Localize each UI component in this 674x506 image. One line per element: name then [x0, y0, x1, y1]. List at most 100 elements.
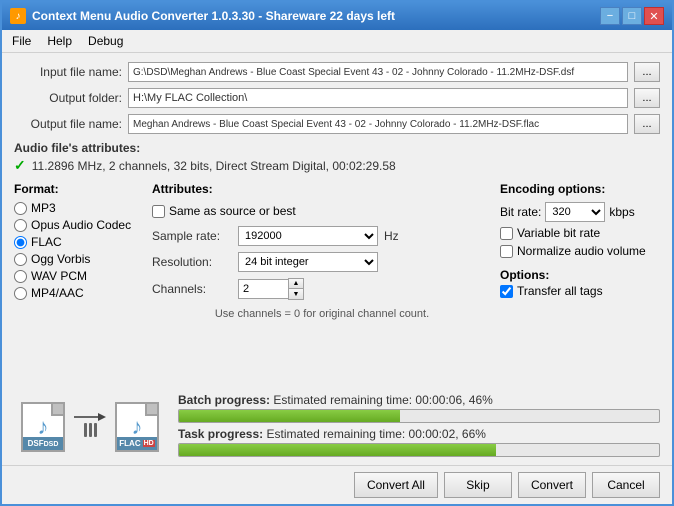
format-flac-radio[interactable]	[14, 236, 27, 249]
source-label1: DSF	[28, 439, 44, 448]
output-folder-input[interactable]: H:\My FLAC Collection\	[128, 88, 628, 108]
window-title: Context Menu Audio Converter 1.0.3.30 - …	[32, 9, 395, 23]
output-folder-row: Output folder: H:\My FLAC Collection\ ..…	[14, 87, 660, 109]
encoding-panel: Encoding options: Bit rate: 320 256 192 …	[500, 182, 660, 385]
progress-section: Batch progress: Estimated remaining time…	[178, 393, 660, 457]
output-folder-label: Output folder:	[14, 91, 122, 105]
format-ogg-radio[interactable]	[14, 253, 27, 266]
format-mp3[interactable]: MP3	[14, 201, 144, 215]
conversion-visual: ♪ DSFDSD	[14, 393, 166, 456]
attributes-panel: Attributes: Same as source or best Sampl…	[152, 182, 492, 385]
task-progress-detail: Estimated remaining time: 00:00:02, 66%	[267, 427, 486, 441]
format-aac[interactable]: MP4/AAC	[14, 286, 144, 300]
task-progress-title: Task progress:	[178, 427, 263, 441]
format-wav-radio[interactable]	[14, 270, 27, 283]
batch-progress-bar-container	[178, 409, 660, 423]
format-opus-radio[interactable]	[14, 219, 27, 232]
format-opus[interactable]: Opus Audio Codec	[14, 218, 144, 232]
main-window: ♪ Context Menu Audio Converter 1.0.3.30 …	[0, 0, 674, 506]
transfer-tags-row[interactable]: Transfer all tags	[500, 284, 660, 298]
format-wav-label: WAV PCM	[31, 269, 87, 283]
batch-progress-row: Batch progress: Estimated remaining time…	[178, 393, 660, 423]
checkmark-icon: ✓	[14, 157, 26, 174]
input-file-label: Input file name:	[14, 65, 122, 79]
format-wav[interactable]: WAV PCM	[14, 269, 144, 283]
variable-bitrate-label: Variable bit rate	[517, 226, 600, 240]
target-file-icon: ♪ FLAC HD	[112, 397, 162, 452]
source-file-shape: ♪ DSFDSD	[21, 402, 65, 452]
bitrate-unit: kbps	[609, 205, 634, 219]
title-controls: − □ ✕	[600, 7, 664, 25]
menu-help[interactable]: Help	[41, 32, 78, 50]
format-aac-radio[interactable]	[14, 287, 27, 300]
audio-attrs-value: ✓ 11.2896 MHz, 2 channels, 32 bits, Dire…	[14, 157, 660, 174]
target-label1: FLAC	[119, 439, 140, 448]
menu-debug[interactable]: Debug	[82, 32, 129, 50]
options-title: Options:	[500, 268, 660, 282]
variable-bitrate-checkbox[interactable]	[500, 227, 513, 240]
title-bar-left: ♪ Context Menu Audio Converter 1.0.3.30 …	[10, 8, 395, 24]
bitrate-select[interactable]: 320 256 192 128	[545, 202, 605, 222]
format-mp3-radio[interactable]	[14, 202, 27, 215]
task-progress-label: Task progress: Estimated remaining time:…	[178, 427, 660, 441]
cancel-button[interactable]: Cancel	[592, 472, 660, 498]
audio-attrs-section: Audio file's attributes: ✓ 11.2896 MHz, …	[14, 141, 660, 174]
format-mp3-label: MP3	[31, 201, 56, 215]
batch-progress-label: Batch progress: Estimated remaining time…	[178, 393, 660, 407]
format-title: Format:	[14, 182, 144, 196]
bitrate-row: Bit rate: 320 256 192 128 kbps	[500, 202, 660, 222]
input-file-input[interactable]: G:\DSD\Meghan Andrews - Blue Coast Speci…	[128, 62, 628, 82]
channels-increment[interactable]: ▲	[289, 279, 303, 289]
encoding-title: Encoding options:	[500, 182, 660, 196]
sample-rate-unit: Hz	[384, 229, 399, 243]
channels-spinbox: ▲ ▼	[238, 278, 304, 300]
format-aac-label: MP4/AAC	[31, 286, 84, 300]
format-flac[interactable]: FLAC	[14, 235, 144, 249]
input-browse-button[interactable]: ...	[634, 62, 660, 82]
same-as-source-row: Same as source or best	[152, 204, 492, 218]
channels-decrement[interactable]: ▼	[289, 289, 303, 299]
batch-progress-bar	[179, 410, 400, 422]
format-opus-label: Opus Audio Codec	[31, 218, 131, 232]
transfer-tags-label: Transfer all tags	[517, 284, 603, 298]
resolution-select[interactable]: 24 bit integer 16 bit integer 32 bit flo…	[238, 252, 378, 272]
source-file-icon: ♪ DSFDSD	[18, 397, 68, 452]
convert-all-button[interactable]: Convert All	[354, 472, 438, 498]
batch-progress-detail: Estimated remaining time: 00:00:06, 46%	[273, 393, 492, 407]
button-row: Convert All Skip Convert Cancel	[2, 465, 672, 504]
input-file-row: Input file name: G:\DSD\Meghan Andrews -…	[14, 61, 660, 83]
sample-rate-row: Sample rate: 192000 96000 48000 44100 Hz	[152, 226, 492, 246]
batch-progress-title: Batch progress:	[178, 393, 270, 407]
format-ogg[interactable]: Ogg Vorbis	[14, 252, 144, 266]
options-section: Options: Transfer all tags	[500, 268, 660, 298]
audio-attrs-title: Audio file's attributes:	[14, 141, 660, 155]
menu-file[interactable]: File	[6, 32, 37, 50]
close-button[interactable]: ✕	[644, 7, 664, 25]
channels-label: Channels:	[152, 282, 232, 296]
sample-rate-label: Sample rate:	[152, 229, 232, 243]
content-area: Input file name: G:\DSD\Meghan Andrews -…	[2, 53, 672, 465]
same-as-source-checkbox[interactable]	[152, 205, 165, 218]
output-file-browse-button[interactable]: ...	[634, 114, 660, 134]
task-progress-bar	[179, 444, 496, 456]
task-progress-row: Task progress: Estimated remaining time:…	[178, 427, 660, 457]
channels-row: Channels: ▲ ▼	[152, 278, 492, 300]
format-panel: Format: MP3 Opus Audio Codec FLAC Ogg Vo…	[14, 182, 144, 385]
variable-bitrate-row[interactable]: Variable bit rate	[500, 226, 660, 240]
transfer-tags-checkbox[interactable]	[500, 285, 513, 298]
maximize-button[interactable]: □	[622, 7, 642, 25]
output-folder-browse-button[interactable]: ...	[634, 88, 660, 108]
normalize-checkbox[interactable]	[500, 245, 513, 258]
skip-button[interactable]: Skip	[444, 472, 512, 498]
conversion-arrow	[74, 413, 106, 437]
output-file-label: Output file name:	[14, 117, 122, 131]
channels-input[interactable]	[238, 279, 288, 299]
normalize-row[interactable]: Normalize audio volume	[500, 244, 660, 258]
title-bar: ♪ Context Menu Audio Converter 1.0.3.30 …	[2, 2, 672, 30]
sample-rate-select[interactable]: 192000 96000 48000 44100	[238, 226, 378, 246]
minimize-button[interactable]: −	[600, 7, 620, 25]
convert-button[interactable]: Convert	[518, 472, 586, 498]
output-file-row: Output file name: Meghan Andrews - Blue …	[14, 113, 660, 135]
output-file-input[interactable]: Meghan Andrews - Blue Coast Special Even…	[128, 114, 628, 134]
channels-hint: Use channels = 0 for original channel co…	[152, 308, 492, 320]
